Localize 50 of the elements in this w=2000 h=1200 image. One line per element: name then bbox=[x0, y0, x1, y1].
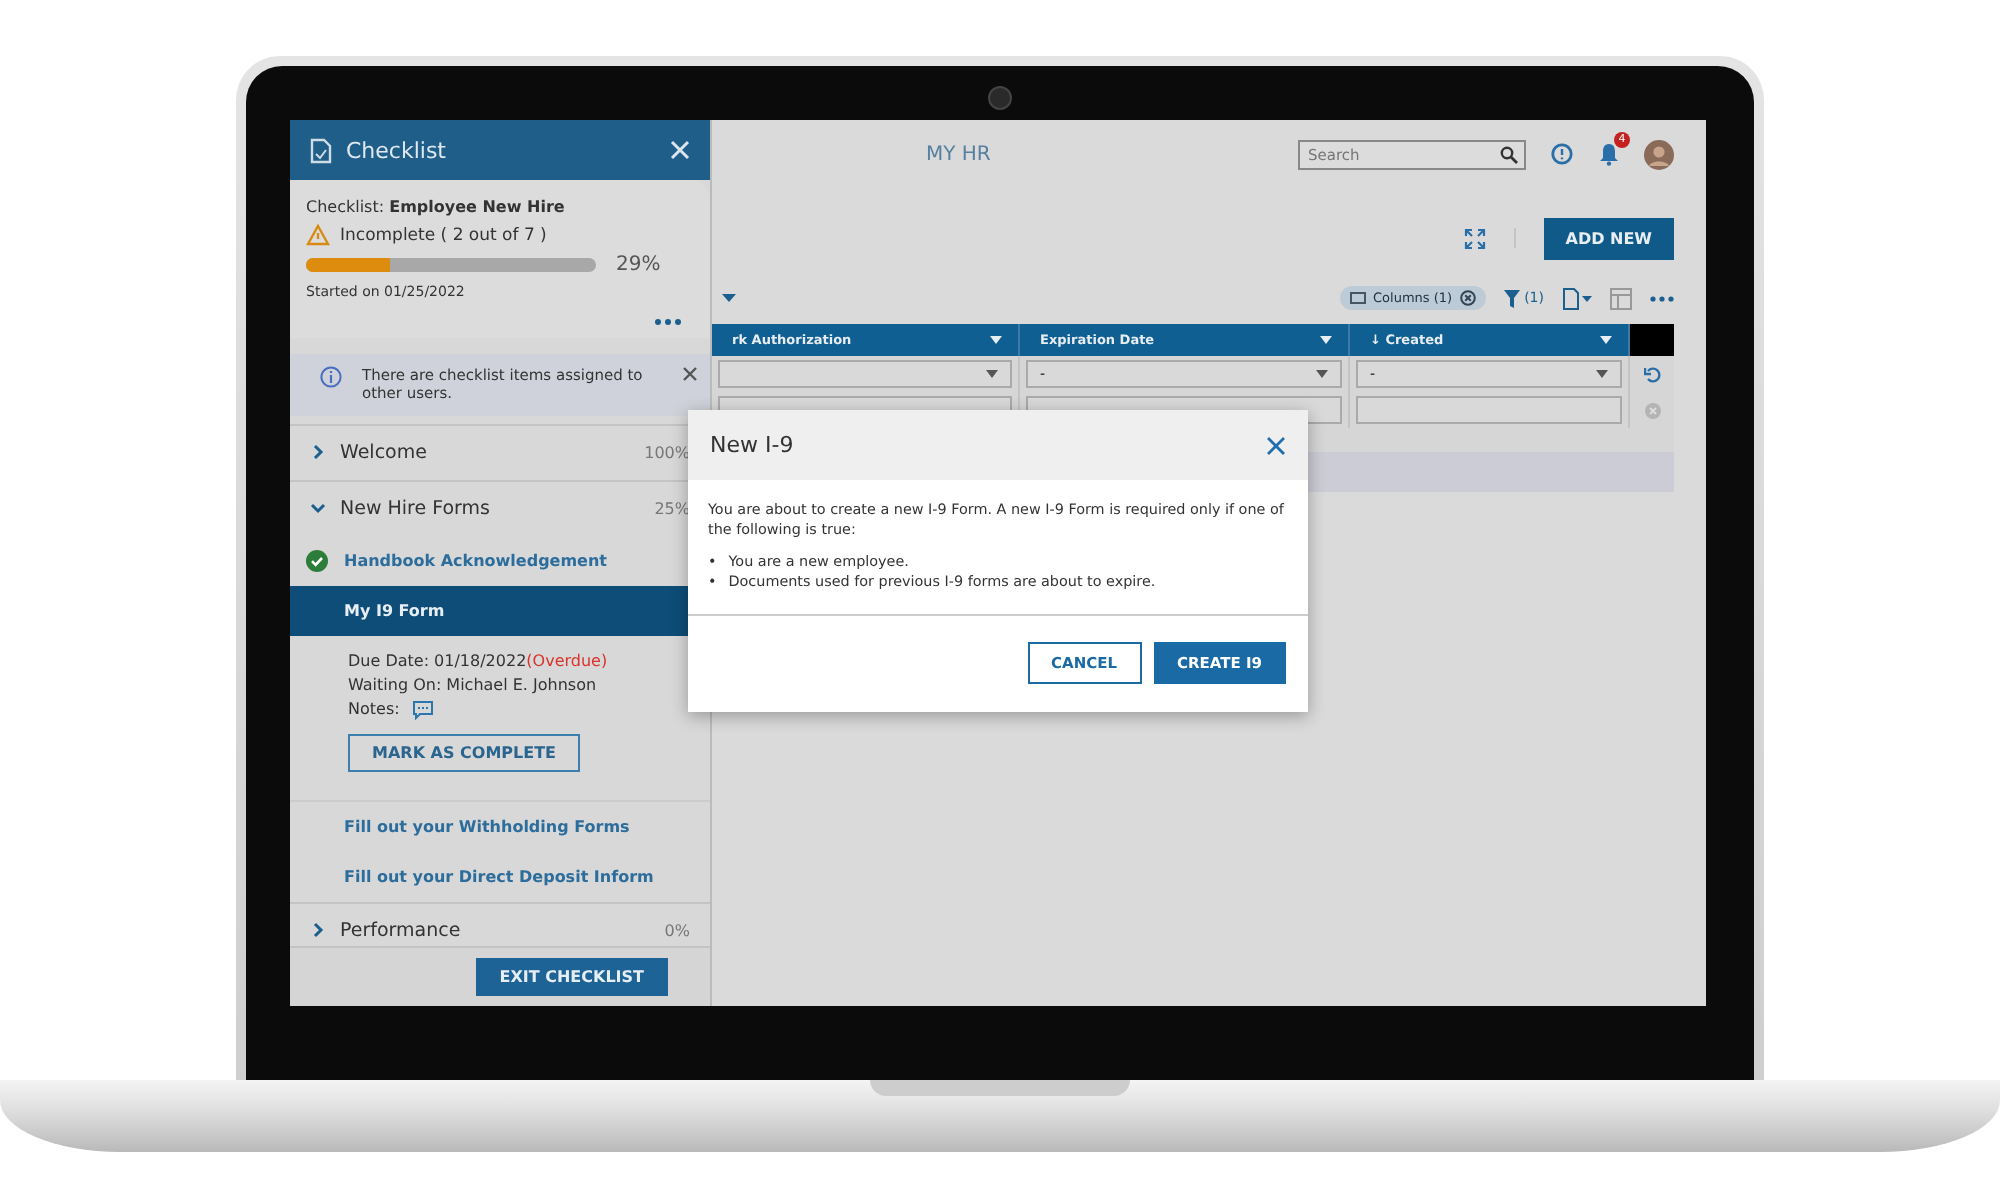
check-icon bbox=[306, 549, 328, 572]
progress-percent: 29% bbox=[616, 254, 661, 276]
notes-label: Notes: bbox=[348, 700, 400, 719]
export-icon[interactable] bbox=[1562, 287, 1592, 309]
clear-icon[interactable] bbox=[1460, 290, 1477, 306]
caret-icon bbox=[1596, 370, 1608, 378]
checklist-item[interactable]: Fill out your Withholding Forms bbox=[290, 801, 710, 852]
caret-icon[interactable] bbox=[722, 294, 736, 302]
avatar[interactable] bbox=[1644, 139, 1674, 169]
header-cell bbox=[1630, 324, 1674, 356]
checklist-name: Checklist: Employee New Hire bbox=[306, 198, 567, 216]
section-percent: 0% bbox=[664, 921, 690, 940]
app-title: MY HR bbox=[926, 143, 993, 165]
more-icon[interactable] bbox=[654, 318, 682, 326]
columns-icon bbox=[1349, 292, 1366, 304]
caret-icon bbox=[986, 370, 998, 378]
mark-complete-button[interactable]: MARK AS COMPLETE bbox=[348, 733, 581, 772]
close-icon[interactable] bbox=[1266, 435, 1286, 455]
filter-input[interactable] bbox=[1356, 396, 1622, 424]
bell-icon[interactable] bbox=[1598, 142, 1620, 166]
add-new-button[interactable]: ADD NEW bbox=[1543, 217, 1674, 259]
undo-icon[interactable] bbox=[1643, 365, 1661, 383]
camera-icon bbox=[988, 86, 1012, 110]
waiting-on: Waiting On: Michael E. Johnson bbox=[348, 675, 599, 694]
checklist-item[interactable]: Fill out your Direct Deposit Inform bbox=[290, 851, 710, 902]
caret-icon bbox=[1600, 336, 1612, 344]
section-percent: 100% bbox=[644, 443, 690, 462]
close-icon[interactable] bbox=[682, 366, 698, 382]
due-date: Due Date: 01/18/2022(Overdue) bbox=[348, 651, 610, 670]
status-text: Incomplete ( 2 out of 7 ) bbox=[340, 225, 547, 245]
expand-icon[interactable] bbox=[1463, 227, 1486, 249]
caret-icon bbox=[1320, 336, 1332, 344]
filter-icon[interactable] bbox=[1504, 289, 1521, 307]
checklist-item[interactable]: Handbook Acknowledgement bbox=[290, 535, 710, 586]
search-icon bbox=[1500, 145, 1518, 163]
section-title: New Hire Forms bbox=[340, 497, 492, 520]
help-icon[interactable] bbox=[1550, 142, 1574, 166]
dialog-title: New I-9 bbox=[710, 432, 794, 458]
caret-icon bbox=[1316, 370, 1328, 378]
comment-icon[interactable] bbox=[411, 699, 434, 720]
section-title: Welcome bbox=[340, 441, 429, 464]
section-title: Performance bbox=[340, 919, 463, 942]
more-icon[interactable] bbox=[1650, 295, 1674, 301]
info-icon bbox=[320, 366, 342, 388]
exit-checklist-button[interactable]: EXIT CHECKLIST bbox=[475, 958, 668, 996]
section-percent: 25% bbox=[654, 499, 690, 518]
document-icon bbox=[310, 137, 332, 163]
warning-icon bbox=[306, 224, 330, 246]
caret-icon bbox=[990, 336, 1002, 344]
panel-title: Checklist bbox=[346, 137, 448, 163]
